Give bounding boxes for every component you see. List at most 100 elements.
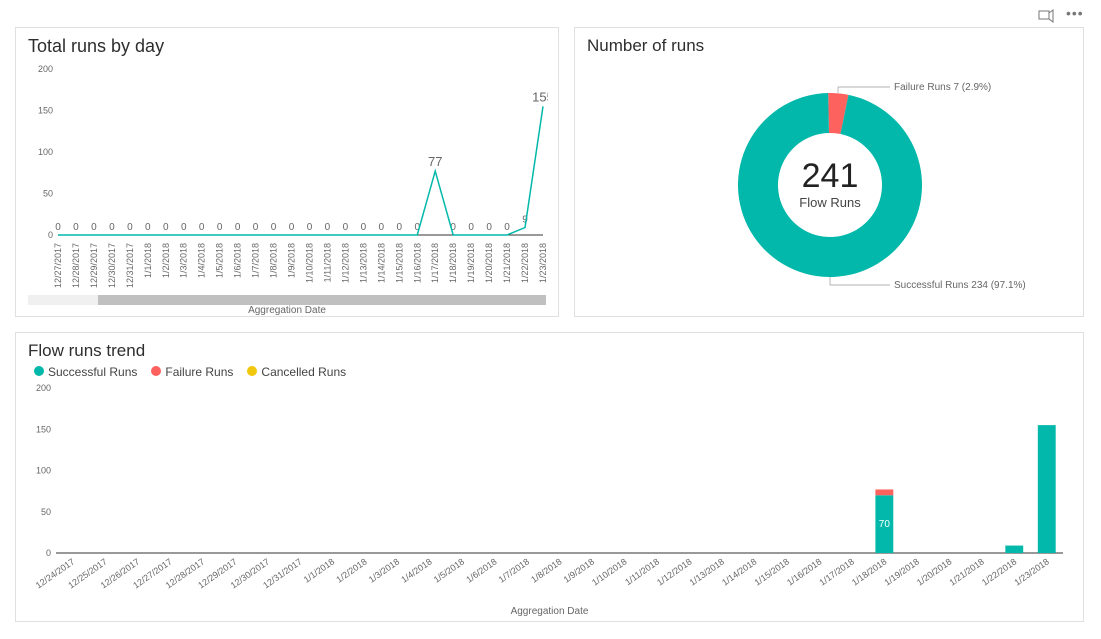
- svg-text:1/6/2018: 1/6/2018: [464, 556, 498, 584]
- svg-text:0: 0: [486, 222, 492, 233]
- title-number-runs: Number of runs: [587, 36, 1071, 56]
- svg-text:1/4/2018: 1/4/2018: [197, 243, 207, 278]
- donut-chart[interactable]: 241Flow RunsFailure Runs 7 (2.9%)Success…: [587, 60, 1073, 310]
- svg-text:1/12/2018: 1/12/2018: [655, 556, 694, 587]
- svg-text:1/22/2018: 1/22/2018: [980, 556, 1019, 587]
- svg-text:1/7/2018: 1/7/2018: [251, 243, 261, 278]
- svg-text:0: 0: [343, 222, 349, 233]
- svg-text:0: 0: [271, 222, 277, 233]
- svg-text:0: 0: [46, 548, 51, 558]
- bar-success[interactable]: [1005, 546, 1023, 553]
- bar-failure[interactable]: [875, 489, 893, 495]
- svg-text:1/12/2018: 1/12/2018: [340, 243, 350, 283]
- svg-text:1/13/2018: 1/13/2018: [688, 556, 727, 587]
- svg-text:1/3/2018: 1/3/2018: [179, 243, 189, 278]
- x-axis-title-trend: Aggregation Date: [28, 601, 1071, 619]
- svg-text:1/8/2018: 1/8/2018: [529, 556, 563, 584]
- svg-text:1/15/2018: 1/15/2018: [394, 243, 404, 283]
- svg-text:12/30/2017: 12/30/2017: [107, 243, 117, 288]
- svg-text:1/19/2018: 1/19/2018: [882, 556, 921, 587]
- svg-text:50: 50: [41, 507, 51, 517]
- svg-text:1/23/2018: 1/23/2018: [1012, 556, 1051, 587]
- svg-text:1/5/2018: 1/5/2018: [215, 243, 225, 278]
- svg-text:1/21/2018: 1/21/2018: [502, 243, 512, 283]
- svg-text:50: 50: [43, 189, 53, 199]
- svg-text:1/15/2018: 1/15/2018: [752, 556, 791, 587]
- svg-text:0: 0: [361, 222, 367, 233]
- svg-text:1/23/2018: 1/23/2018: [538, 243, 548, 283]
- svg-text:0: 0: [217, 222, 223, 233]
- svg-text:0: 0: [325, 222, 331, 233]
- svg-text:0: 0: [235, 222, 241, 233]
- legend-item-cancelled[interactable]: Cancelled Runs: [247, 365, 346, 379]
- svg-text:1/14/2018: 1/14/2018: [376, 243, 386, 283]
- svg-text:200: 200: [36, 383, 51, 393]
- svg-text:1/10/2018: 1/10/2018: [590, 556, 629, 587]
- svg-text:1/20/2018: 1/20/2018: [915, 556, 954, 587]
- svg-text:1/8/2018: 1/8/2018: [269, 243, 279, 278]
- card-number-of-runs[interactable]: Number of runs 241Flow RunsFailure Runs …: [574, 27, 1084, 317]
- svg-text:1/1/2018: 1/1/2018: [143, 243, 153, 278]
- svg-text:0: 0: [289, 222, 295, 233]
- legend-item-failure[interactable]: Failure Runs: [151, 365, 233, 379]
- svg-text:1/9/2018: 1/9/2018: [287, 243, 297, 278]
- svg-text:155: 155: [532, 89, 548, 104]
- svg-text:77: 77: [428, 154, 442, 169]
- share-icon[interactable]: [1038, 8, 1054, 24]
- bar-success[interactable]: [1038, 425, 1056, 553]
- svg-text:1/4/2018: 1/4/2018: [399, 556, 433, 584]
- svg-text:0: 0: [397, 222, 403, 233]
- chart-scrollbar[interactable]: [28, 295, 546, 305]
- svg-text:100: 100: [38, 147, 53, 157]
- svg-text:0: 0: [145, 222, 151, 233]
- svg-text:1/18/2018: 1/18/2018: [448, 243, 458, 283]
- svg-text:1/20/2018: 1/20/2018: [484, 243, 494, 283]
- svg-text:0: 0: [379, 222, 385, 233]
- bar-chart[interactable]: 05010015020012/24/201712/25/201712/26/20…: [28, 383, 1073, 601]
- svg-text:1/2/2018: 1/2/2018: [334, 556, 368, 584]
- svg-text:0: 0: [181, 222, 187, 233]
- svg-text:0: 0: [73, 222, 79, 233]
- legend-item-successful[interactable]: Successful Runs: [34, 365, 137, 379]
- svg-text:1/11/2018: 1/11/2018: [322, 243, 332, 282]
- svg-text:12/31/2017: 12/31/2017: [125, 243, 135, 288]
- svg-text:1/1/2018: 1/1/2018: [302, 556, 336, 584]
- card-flow-runs-trend[interactable]: Flow runs trend Successful Runs Failure …: [15, 332, 1084, 622]
- svg-text:12/28/2017: 12/28/2017: [71, 243, 81, 288]
- svg-text:0: 0: [163, 222, 169, 233]
- svg-text:12/29/2017: 12/29/2017: [89, 243, 99, 288]
- svg-text:1/16/2018: 1/16/2018: [785, 556, 824, 587]
- title-total-runs: Total runs by day: [28, 36, 546, 57]
- svg-text:1/17/2018: 1/17/2018: [430, 243, 440, 283]
- svg-text:0: 0: [48, 230, 53, 240]
- svg-text:0: 0: [109, 222, 115, 233]
- svg-text:100: 100: [36, 466, 51, 476]
- svg-text:70: 70: [879, 519, 891, 530]
- svg-text:1/7/2018: 1/7/2018: [497, 556, 531, 584]
- svg-text:Flow Runs: Flow Runs: [799, 195, 861, 210]
- card-total-runs-by-day[interactable]: Total runs by day 050100150200012/27/201…: [15, 27, 559, 317]
- svg-text:Failure Runs 7 (2.9%): Failure Runs 7 (2.9%): [894, 82, 991, 93]
- svg-text:150: 150: [38, 106, 53, 116]
- svg-text:1/14/2018: 1/14/2018: [720, 556, 759, 587]
- trend-legend: Successful Runs Failure Runs Cancelled R…: [34, 365, 1071, 379]
- svg-text:0: 0: [468, 222, 474, 233]
- x-axis-title: Aggregation Date: [28, 305, 546, 316]
- svg-text:1/22/2018: 1/22/2018: [520, 243, 530, 283]
- svg-text:150: 150: [36, 424, 51, 434]
- svg-text:0: 0: [307, 222, 313, 233]
- line-chart[interactable]: 050100150200012/27/2017012/28/2017012/29…: [28, 61, 548, 295]
- svg-text:0: 0: [55, 222, 61, 233]
- svg-text:0: 0: [127, 222, 133, 233]
- svg-text:1/5/2018: 1/5/2018: [432, 556, 466, 584]
- svg-text:1/16/2018: 1/16/2018: [412, 243, 422, 283]
- svg-text:12/27/2017: 12/27/2017: [53, 243, 63, 288]
- svg-text:200: 200: [38, 64, 53, 74]
- svg-text:1/10/2018: 1/10/2018: [304, 243, 314, 283]
- svg-text:1/19/2018: 1/19/2018: [466, 243, 476, 283]
- more-icon[interactable]: •••: [1066, 8, 1082, 24]
- svg-text:0: 0: [91, 222, 97, 233]
- svg-text:1/6/2018: 1/6/2018: [233, 243, 243, 278]
- svg-text:0: 0: [199, 222, 205, 233]
- svg-text:0: 0: [504, 222, 510, 233]
